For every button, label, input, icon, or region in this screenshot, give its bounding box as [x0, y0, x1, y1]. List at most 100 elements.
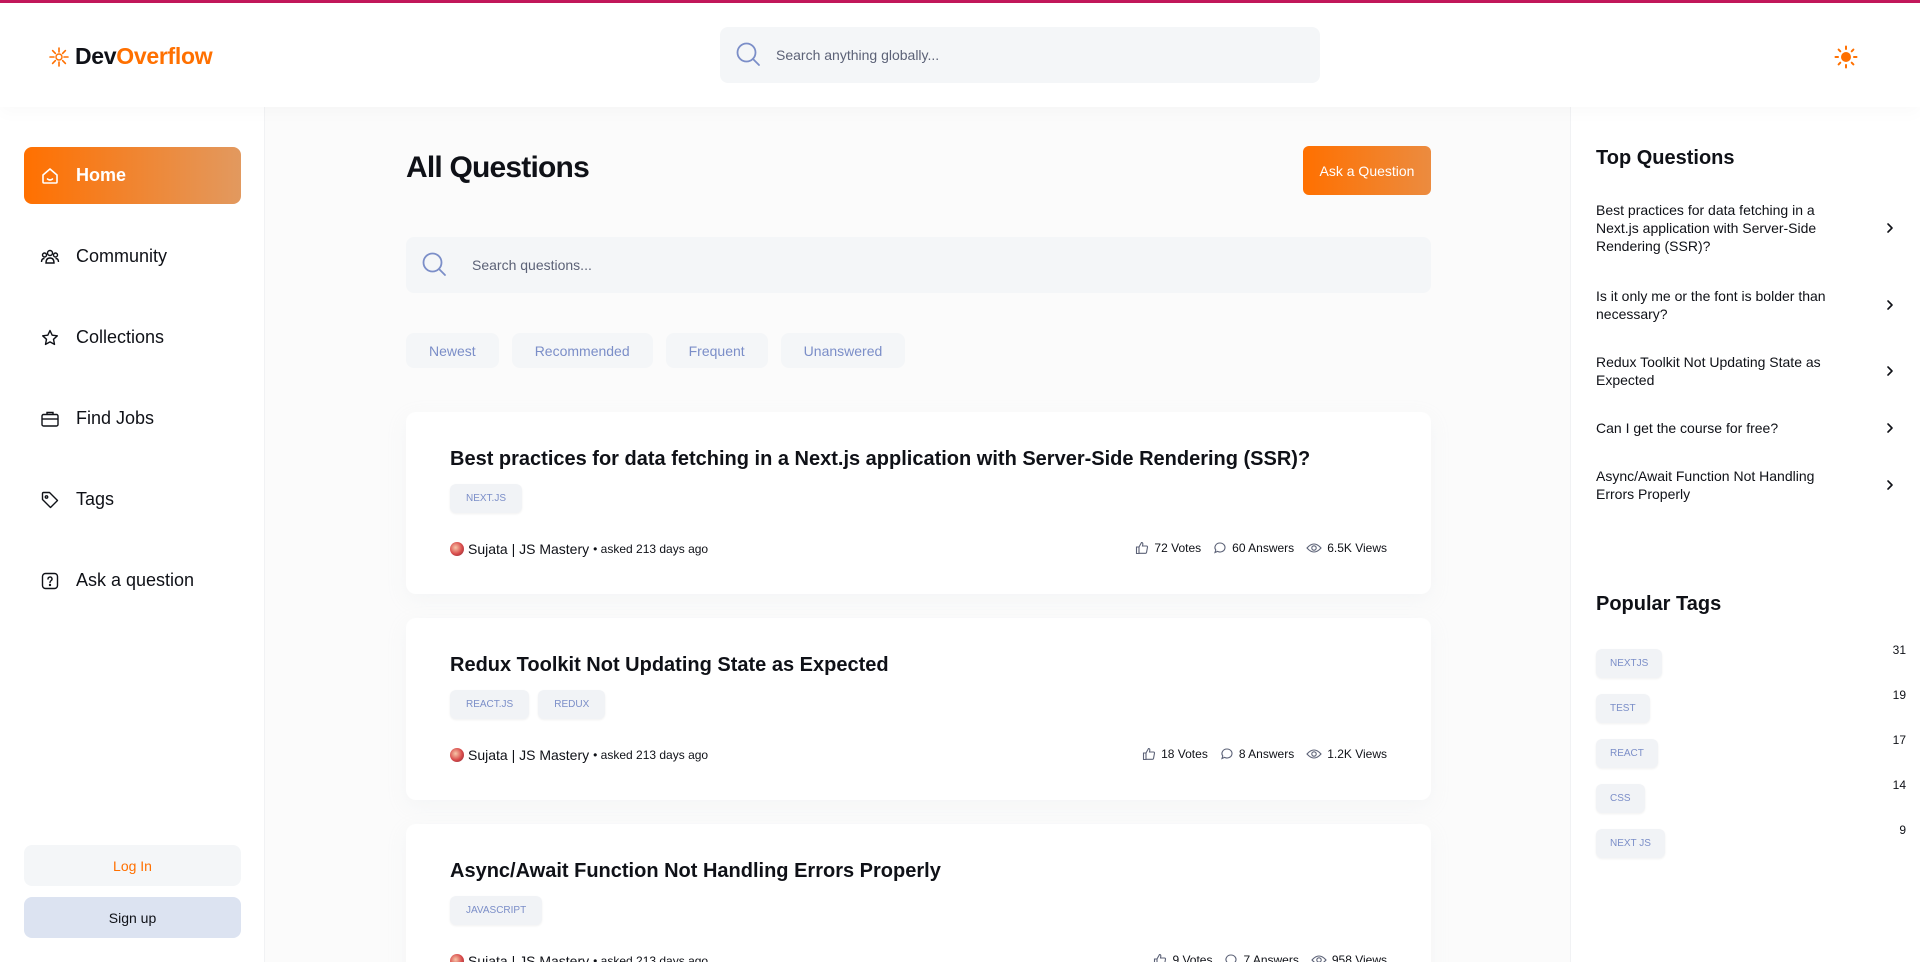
- page-title: All Questions: [406, 151, 590, 184]
- like-icon: [1143, 747, 1156, 761]
- chevron-right-icon: [1887, 480, 1893, 490]
- login-button[interactable]: Log In: [24, 845, 241, 886]
- top-question-text: Redux Toolkit Not Updating State as Expe…: [1596, 354, 1821, 388]
- suitcase-icon: [40, 409, 60, 429]
- sidebar-item-label: Find Jobs: [76, 408, 155, 428]
- question-author: Sujata | JS Mastery • asked 213 days ago: [450, 953, 708, 962]
- top-question-item[interactable]: Best practices for data fetching in a Ne…: [1596, 201, 1896, 255]
- question-metrics: 18 Votes 8 Answers 1.2K Views: [1142, 747, 1387, 761]
- author-name[interactable]: Sujata | JS Mastery: [468, 541, 589, 557]
- top-question-item[interactable]: Async/Await Function Not Handling Errors…: [1596, 467, 1896, 503]
- answers-count: 60 Answers: [1232, 541, 1295, 555]
- question-metrics: 9 Votes 7 Answers 958 Views: [1153, 953, 1387, 962]
- filter-frequent[interactable]: Frequent: [665, 333, 768, 368]
- sidebar-item-label: Home: [76, 165, 127, 185]
- popular-tag-row: TEST 19: [1596, 688, 1906, 724]
- popular-tag[interactable]: CSS: [1596, 784, 1645, 813]
- sidebar-item-ask-question[interactable]: Ask a question: [24, 552, 241, 609]
- votes-count: 72 Votes: [1154, 541, 1202, 555]
- star-icon: [40, 328, 60, 348]
- question-icon: [40, 571, 60, 591]
- tag-badge[interactable]: JAVASCRIPT: [450, 896, 543, 925]
- sidebar-item-community[interactable]: Community: [24, 228, 241, 285]
- answers-count: 7 Answers: [1243, 953, 1299, 962]
- logo[interactable]: DevOverflow: [47, 43, 213, 70]
- top-question-text: Is it only me or the font is bolder than…: [1596, 288, 1826, 322]
- message-icon: [1220, 748, 1233, 760]
- top-question-text: Best practices for data fetching in a Ne…: [1596, 202, 1817, 254]
- votes-count: 18 Votes: [1161, 747, 1208, 761]
- question-card: Redux Toolkit Not Updating State as Expe…: [406, 618, 1431, 800]
- filter-newest[interactable]: Newest: [406, 333, 499, 368]
- message-icon: [1225, 954, 1237, 962]
- asked-time: • asked 213 days ago: [593, 748, 709, 762]
- sidebar-item-find-jobs[interactable]: Find Jobs: [24, 390, 241, 447]
- views-metric: 6.5K Views: [1306, 541, 1387, 555]
- ask-question-button[interactable]: Ask a Question: [1303, 146, 1431, 195]
- popular-tag[interactable]: REACT: [1596, 739, 1658, 768]
- popular-tags-title: Popular Tags: [1596, 593, 1722, 615]
- question-title[interactable]: Async/Await Function Not Handling Errors…: [450, 860, 941, 883]
- top-question-item[interactable]: Is it only me or the font is bolder than…: [1596, 287, 1896, 323]
- question-search-bar: [406, 237, 1431, 293]
- chevron-right-icon: [1887, 300, 1893, 310]
- sidebar-item-tags[interactable]: Tags: [24, 471, 241, 528]
- sidebar-item-home[interactable]: Home: [24, 147, 241, 204]
- tag-badge[interactable]: REACT.JS: [450, 690, 530, 719]
- filter-recommended[interactable]: Recommended: [511, 333, 653, 368]
- eye-icon: [1306, 749, 1322, 759]
- chevron-right-icon: [1887, 223, 1893, 233]
- sidebar-item-label: Tags: [76, 489, 115, 509]
- popular-tag[interactable]: NEXT JS: [1596, 829, 1665, 858]
- tag-badge[interactable]: REDUX: [538, 690, 606, 719]
- sun-icon[interactable]: [1834, 45, 1858, 69]
- logo-text-overflow: Overflow: [116, 43, 213, 69]
- filter-unanswered[interactable]: Unanswered: [780, 333, 906, 368]
- question-title[interactable]: Redux Toolkit Not Updating State as Expe…: [450, 654, 889, 677]
- like-icon: [1154, 953, 1167, 962]
- question-search-input[interactable]: [472, 237, 1412, 293]
- avatar: [450, 748, 464, 762]
- left-sidebar: Home Community Collections Find Jobs Tag…: [0, 107, 265, 962]
- author-name[interactable]: Sujata | JS Mastery: [468, 953, 589, 962]
- filter-tabs: Newest Recommended Frequent Unanswered: [406, 333, 906, 368]
- popular-tag[interactable]: NEXTJS: [1596, 649, 1663, 678]
- popular-tag-row: CSS 14: [1596, 778, 1906, 814]
- signup-button[interactable]: Sign up: [24, 897, 241, 938]
- tag-icon: [40, 490, 60, 510]
- sidebar-item-collections[interactable]: Collections: [24, 309, 241, 366]
- avatar: [450, 542, 464, 556]
- message-icon: [1214, 542, 1226, 554]
- views-metric: 1.2K Views: [1306, 747, 1387, 761]
- answers-metric: 7 Answers: [1224, 953, 1299, 962]
- like-icon: [1136, 541, 1149, 555]
- popular-tag[interactable]: TEST: [1596, 694, 1650, 723]
- global-search-bar: [720, 27, 1320, 83]
- question-author: Sujata | JS Mastery • asked 213 days ago: [450, 541, 708, 557]
- main-content: All Questions Ask a Question Newest Reco…: [265, 107, 1570, 962]
- tag-question-count: 9: [1899, 823, 1906, 837]
- tag-badge[interactable]: NEXT.JS: [450, 484, 523, 513]
- answers-metric: 8 Answers: [1220, 747, 1294, 761]
- global-search-input[interactable]: [776, 27, 1296, 83]
- top-question-item[interactable]: Can I get the course for free?: [1596, 419, 1896, 437]
- popular-tag-row: REACT 17: [1596, 733, 1906, 769]
- asked-time: • asked 213 days ago: [593, 542, 709, 556]
- author-name[interactable]: Sujata | JS Mastery: [468, 747, 589, 763]
- top-questions-title: Top Questions: [1596, 147, 1735, 169]
- question-title[interactable]: Best practices for data fetching in a Ne…: [450, 448, 1310, 471]
- question-tags: REACT.JS REDUX: [450, 690, 606, 719]
- search-icon: [422, 252, 446, 276]
- tag-question-count: 17: [1892, 733, 1906, 747]
- users-icon: [40, 247, 60, 267]
- right-sidebar: Top Questions Best practices for data fe…: [1570, 107, 1920, 962]
- views-count: 1.2K Views: [1327, 747, 1387, 761]
- views-metric: 958 Views: [1311, 953, 1387, 962]
- top-question-item[interactable]: Redux Toolkit Not Updating State as Expe…: [1596, 353, 1896, 389]
- logo-icon: [49, 46, 69, 67]
- chevron-right-icon: [1887, 423, 1893, 433]
- popular-tag-row: NEXT JS 9: [1596, 823, 1906, 859]
- popular-tag-row: NEXTJS 31: [1596, 643, 1906, 679]
- answers-metric: 60 Answers: [1213, 541, 1294, 555]
- header: DevOverflow: [0, 3, 1920, 107]
